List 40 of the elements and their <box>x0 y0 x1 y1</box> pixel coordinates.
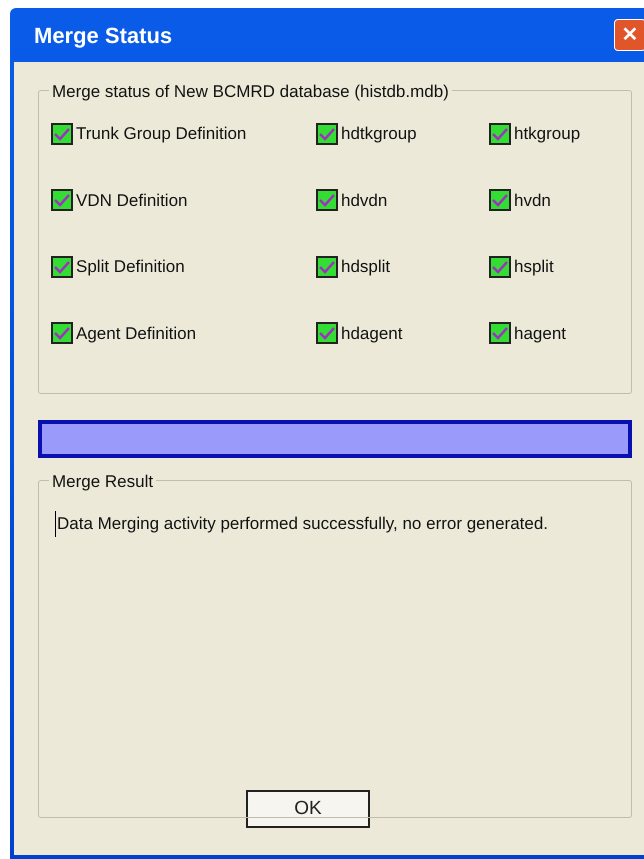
checkbox[interactable] <box>316 256 338 278</box>
check-icon <box>492 126 508 141</box>
checkbox[interactable] <box>316 122 338 145</box>
checkbox[interactable] <box>316 189 338 212</box>
check-icon <box>492 193 508 208</box>
check-icon <box>54 193 70 208</box>
check-icon <box>492 326 508 340</box>
checkbox[interactable] <box>489 122 511 145</box>
checkbox[interactable] <box>489 189 511 212</box>
check-icon <box>319 193 335 208</box>
checkbox-label: hagent <box>514 322 566 344</box>
checkbox[interactable] <box>51 322 73 344</box>
check-icon <box>319 126 335 141</box>
checkbox-label: hdtkgroup <box>341 123 417 145</box>
checkbox[interactable] <box>316 322 338 344</box>
check-icon <box>319 260 335 274</box>
ok-button[interactable]: OK <box>246 790 370 828</box>
checkbox-label: VDN Definition <box>76 190 188 212</box>
result-message: Data Merging activity performed successfully, no error generated. <box>55 511 591 537</box>
check-icon <box>54 126 70 141</box>
checkbox[interactable] <box>51 189 73 212</box>
close-button[interactable]: ✕ <box>614 19 644 51</box>
check-icon <box>54 326 70 340</box>
check-icon <box>492 260 508 274</box>
checkbox-label: Agent Definition <box>76 322 196 344</box>
checkbox-label: Split Definition <box>76 256 185 278</box>
checkbox-label: htkgroup <box>514 123 580 145</box>
checkbox-label: Trunk Group Definition <box>76 123 246 145</box>
checkbox[interactable] <box>489 322 511 344</box>
check-icon <box>54 260 70 274</box>
checkbox[interactable] <box>51 122 73 145</box>
checkbox-label: hdagent <box>341 322 402 344</box>
checkbox-label: hsplit <box>514 256 554 278</box>
checkbox[interactable] <box>489 256 511 278</box>
window-title: Merge Status <box>34 22 172 50</box>
checkbox[interactable] <box>51 256 73 278</box>
checkbox-label: hdvdn <box>341 190 388 212</box>
checkbox-label: hdsplit <box>341 256 390 278</box>
checkbox-label: hvdn <box>514 190 551 212</box>
check-icon <box>319 326 335 340</box>
